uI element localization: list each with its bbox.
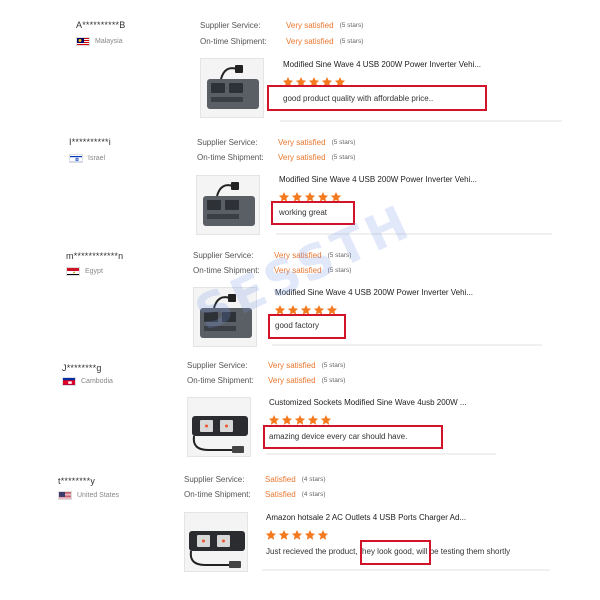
supplier-service-value: Very satisfied bbox=[274, 251, 322, 260]
product-thumbnail[interactable] bbox=[193, 287, 257, 347]
country-label: United States bbox=[77, 492, 120, 499]
star-icon bbox=[278, 528, 290, 540]
country-label: Cambodia bbox=[81, 378, 113, 385]
supplier-service-stars: (5 stars) bbox=[339, 22, 364, 29]
socket-inverter-image bbox=[189, 531, 245, 568]
star-icon bbox=[294, 413, 306, 425]
product-title[interactable]: Modified Sine Wave 4 USB 200W Power Inve… bbox=[279, 175, 477, 184]
ontime-shipment-label: On-time Shipment: bbox=[187, 376, 254, 385]
review-item: t********y United States Supplier Servic… bbox=[0, 458, 600, 573]
supplier-service-rating: Supplier Service: Satisfied (4 stars) bbox=[184, 475, 326, 484]
reviewer-country: Cambodia bbox=[62, 377, 113, 386]
supplier-service-stars: (4 stars) bbox=[301, 476, 326, 483]
supplier-service-value: Very satisfied bbox=[268, 361, 316, 370]
rating-stars bbox=[268, 413, 332, 425]
divider bbox=[266, 453, 496, 455]
review-item: m************n Egypt Supplier Service: V… bbox=[0, 231, 600, 347]
ontime-shipment-label: On-time Shipment: bbox=[200, 37, 267, 46]
supplier-service-label: Supplier Service: bbox=[200, 21, 261, 30]
reviewer-country: Malaysia bbox=[76, 37, 123, 46]
malaysia-flag-icon bbox=[76, 37, 90, 46]
ontime-shipment-value: Very satisfied bbox=[268, 376, 316, 385]
reviewer-name: J********g bbox=[62, 363, 102, 373]
israel-flag-icon bbox=[69, 154, 83, 163]
star-icon bbox=[265, 528, 277, 540]
supplier-service-stars: (5 stars) bbox=[321, 362, 346, 369]
supplier-service-value: Very satisfied bbox=[278, 138, 326, 147]
ontime-shipment-rating: On-time Shipment: Very satisfied (5 star… bbox=[193, 266, 351, 275]
country-label: Israel bbox=[88, 155, 106, 162]
product-title[interactable]: Modified Sine Wave 4 USB 200W Power Inve… bbox=[283, 60, 481, 69]
star-icon bbox=[307, 413, 319, 425]
ontime-shipment-stars: (5 stars) bbox=[321, 377, 346, 384]
star-icon bbox=[304, 528, 316, 540]
divider bbox=[262, 569, 550, 571]
ontime-shipment-value: Very satisfied bbox=[274, 266, 322, 275]
product-thumbnail[interactable] bbox=[187, 397, 251, 457]
supplier-service-label: Supplier Service: bbox=[184, 475, 245, 484]
supplier-service-rating: Supplier Service: Very satisfied (5 star… bbox=[200, 21, 363, 30]
ontime-shipment-rating: On-time Shipment: Satisfied (4 stars) bbox=[184, 490, 326, 499]
product-title[interactable]: Customized Sockets Modified Sine Wave 4u… bbox=[269, 398, 467, 407]
ontime-shipment-rating: On-time Shipment: Very satisfied (5 star… bbox=[187, 376, 345, 385]
rating-stars bbox=[265, 528, 329, 540]
ontime-shipment-label: On-time Shipment: bbox=[184, 490, 251, 499]
supplier-service-stars: (5 stars) bbox=[331, 139, 356, 146]
supplier-service-rating: Supplier Service: Very satisfied (5 star… bbox=[193, 251, 351, 260]
power-inverter-image bbox=[203, 182, 255, 226]
review-item: I**********i Israel Supplier Service: Ve… bbox=[0, 117, 600, 235]
ontime-shipment-label: On-time Shipment: bbox=[197, 153, 264, 162]
egypt-flag-icon bbox=[66, 267, 80, 276]
review-item: J********g Cambodia Supplier Service: Ve… bbox=[0, 343, 600, 458]
cambodia-flag-icon bbox=[62, 377, 76, 386]
highlight-box bbox=[263, 425, 443, 449]
country-label: Malaysia bbox=[95, 38, 123, 45]
ontime-shipment-label: On-time Shipment: bbox=[193, 266, 260, 275]
star-icon bbox=[291, 528, 303, 540]
ontime-shipment-value: Very satisfied bbox=[286, 37, 334, 46]
star-icon bbox=[317, 528, 329, 540]
product-title[interactable]: Modified Sine Wave 4 USB 200W Power Inve… bbox=[275, 288, 473, 297]
product-thumbnail[interactable] bbox=[184, 512, 248, 572]
ontime-shipment-stars: (5 stars) bbox=[327, 267, 352, 274]
ontime-shipment-stars: (5 stars) bbox=[331, 154, 356, 161]
country-label: Egypt bbox=[85, 268, 103, 275]
supplier-service-rating: Supplier Service: Very satisfied (5 star… bbox=[187, 361, 345, 370]
reviewer-name: m************n bbox=[66, 251, 124, 261]
ontime-shipment-value: Very satisfied bbox=[278, 153, 326, 162]
power-inverter-image bbox=[207, 65, 259, 109]
product-thumbnail[interactable] bbox=[200, 58, 264, 118]
supplier-service-value: Satisfied bbox=[265, 475, 296, 484]
ontime-shipment-value: Satisfied bbox=[265, 490, 296, 499]
socket-inverter-image bbox=[192, 416, 248, 453]
star-icon bbox=[281, 413, 293, 425]
united-states-flag-icon bbox=[58, 491, 72, 500]
reviewer-name: I**********i bbox=[69, 137, 111, 147]
reviewer-country: Egypt bbox=[66, 267, 103, 276]
highlight-box bbox=[267, 85, 487, 111]
reviewer-country: Israel bbox=[69, 154, 105, 163]
power-inverter-image bbox=[200, 294, 252, 338]
supplier-service-label: Supplier Service: bbox=[197, 138, 258, 147]
ontime-shipment-rating: On-time Shipment: Very satisfied (5 star… bbox=[200, 37, 363, 46]
product-title[interactable]: Amazon hotsale 2 AC Outlets 4 USB Ports … bbox=[266, 513, 466, 522]
ontime-shipment-stars: (4 stars) bbox=[301, 491, 326, 498]
reviewer-country: United States bbox=[58, 491, 119, 500]
highlight-box bbox=[271, 201, 355, 225]
supplier-service-stars: (5 stars) bbox=[327, 252, 352, 259]
supplier-service-label: Supplier Service: bbox=[187, 361, 248, 370]
ontime-shipment-stars: (5 stars) bbox=[339, 38, 364, 45]
highlight-box bbox=[268, 314, 346, 339]
supplier-service-label: Supplier Service: bbox=[193, 251, 254, 260]
reviewer-name: A**********B bbox=[76, 20, 126, 30]
star-icon bbox=[320, 413, 332, 425]
ontime-shipment-rating: On-time Shipment: Very satisfied (5 star… bbox=[197, 153, 355, 162]
highlight-box bbox=[360, 540, 431, 565]
supplier-service-rating: Supplier Service: Very satisfied (5 star… bbox=[197, 138, 355, 147]
supplier-service-value: Very satisfied bbox=[286, 21, 334, 30]
review-item: A**********B Malaysia Supplier Service: … bbox=[0, 0, 600, 122]
star-icon bbox=[268, 413, 280, 425]
product-thumbnail[interactable] bbox=[196, 175, 260, 235]
reviewer-name: t********y bbox=[58, 476, 96, 486]
